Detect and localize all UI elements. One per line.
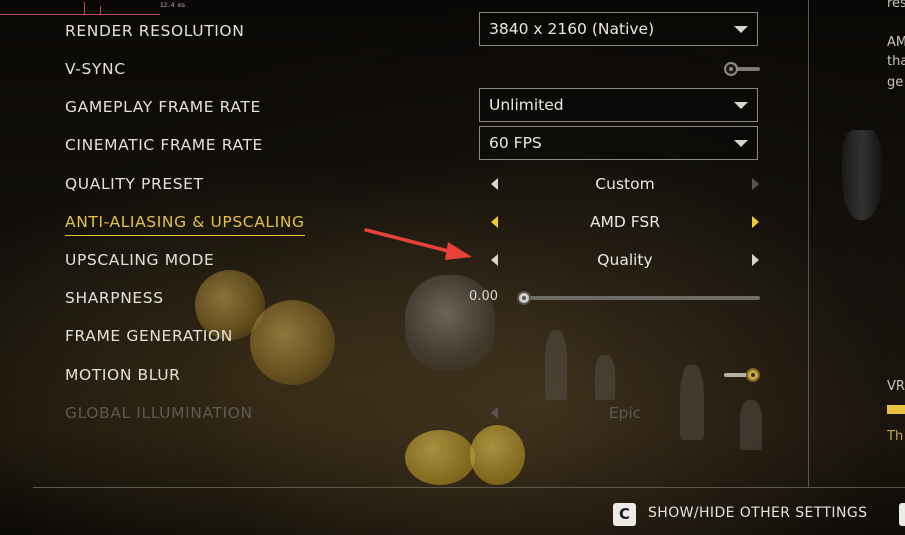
description-text: tha — [887, 54, 905, 69]
setting-label: CINEMATIC FRAME RATE — [65, 136, 263, 154]
arrow-right-icon[interactable] — [748, 177, 762, 191]
selector-value: Quality — [597, 251, 653, 269]
cinematic-frame-rate-dropdown[interactable]: 60 FPS — [479, 126, 758, 160]
sharpness-value: 0.00 — [469, 289, 498, 304]
arrow-left-icon[interactable] — [488, 215, 502, 229]
setting-label: GLOBAL ILLUMINATION — [65, 404, 253, 422]
arrow-right-icon[interactable] — [748, 215, 762, 229]
slider-thumb[interactable] — [517, 291, 531, 305]
setting-label: MOTION BLUR — [65, 366, 181, 384]
description-text: res — [887, 0, 905, 11]
chevron-down-icon — [734, 140, 748, 147]
gameplay-frame-rate-dropdown[interactable]: Unlimited — [479, 88, 758, 122]
arrow-left-icon[interactable] — [488, 253, 502, 267]
setting-label: FRAME GENERATION — [65, 327, 233, 345]
dropdown-value: 3840 x 2160 (Native) — [489, 20, 655, 38]
dropdown-value: 60 FPS — [489, 134, 542, 152]
setting-label: GAMEPLAY FRAME RATE — [65, 98, 261, 116]
quality-preset-selector: Custom — [488, 171, 762, 197]
keyboard-key-icon[interactable]: C — [613, 503, 636, 526]
setting-label: QUALITY PRESET — [65, 175, 204, 193]
frame-time-graph — [0, 0, 160, 15]
selector-value: Custom — [595, 175, 655, 193]
setting-row-global-illumination: GLOBAL ILLUMINATION Epic — [0, 400, 800, 438]
chevron-down-icon — [734, 102, 748, 109]
setting-label: SHARPNESS — [65, 289, 164, 307]
vram-note: Th — [887, 429, 904, 444]
background-vase — [842, 130, 882, 220]
description-text: AM — [887, 35, 905, 50]
arrow-left-icon[interactable] — [488, 406, 502, 420]
annotation-arrow-icon — [364, 228, 472, 260]
setting-row-motion-blur: MOTION BLUR — [0, 362, 800, 400]
keyboard-key-icon[interactable] — [899, 503, 905, 526]
vram-label: VR — [887, 379, 905, 394]
upscaling-mode-selector: Quality — [488, 247, 762, 273]
render-resolution-dropdown[interactable]: 3840 x 2160 (Native) — [479, 12, 758, 46]
selector-value: AMD FSR — [589, 213, 661, 231]
background-lemon — [405, 430, 475, 485]
selector-value: Epic — [608, 404, 642, 422]
setting-row-frame-generation: FRAME GENERATION — [0, 323, 800, 361]
v-sync-toggle[interactable] — [724, 62, 760, 76]
vram-usage-bar — [887, 405, 905, 414]
description-text: ge — [887, 75, 904, 90]
panel-divider — [808, 0, 809, 487]
dropdown-value: Unlimited — [489, 96, 564, 114]
setting-label-selected: ANTI-ALIASING & UPSCALING — [65, 209, 305, 236]
setting-row-quality-preset: QUALITY PRESET Custom — [0, 171, 800, 209]
sharpness-slider[interactable] — [517, 291, 760, 305]
chevron-down-icon — [734, 26, 748, 33]
setting-label: UPSCALING MODE — [65, 251, 215, 269]
setting-label: RENDER RESOLUTION — [65, 22, 245, 40]
show-hide-other-settings-button[interactable]: SHOW/HIDE OTHER SETTINGS — [648, 505, 867, 521]
setting-row-cinematic-frame-rate: CINEMATIC FRAME RATE 60 FPS — [0, 126, 800, 170]
motion-blur-toggle[interactable] — [724, 368, 760, 382]
arrow-left-icon[interactable] — [488, 177, 502, 191]
setting-row-render-resolution: RENDER RESOLUTION 3840 x 2160 (Native) — [0, 12, 800, 56]
frame-time-readout: 12.4 ms — [160, 2, 186, 9]
arrow-right-icon[interactable] — [748, 253, 762, 267]
setting-label: V-SYNC — [65, 60, 126, 78]
setting-row-sharpness: SHARPNESS 0.00 — [0, 285, 800, 323]
anti-aliasing-selector: AMD FSR — [488, 209, 762, 235]
global-illumination-selector: Epic — [488, 400, 762, 426]
footer-divider — [33, 487, 905, 488]
